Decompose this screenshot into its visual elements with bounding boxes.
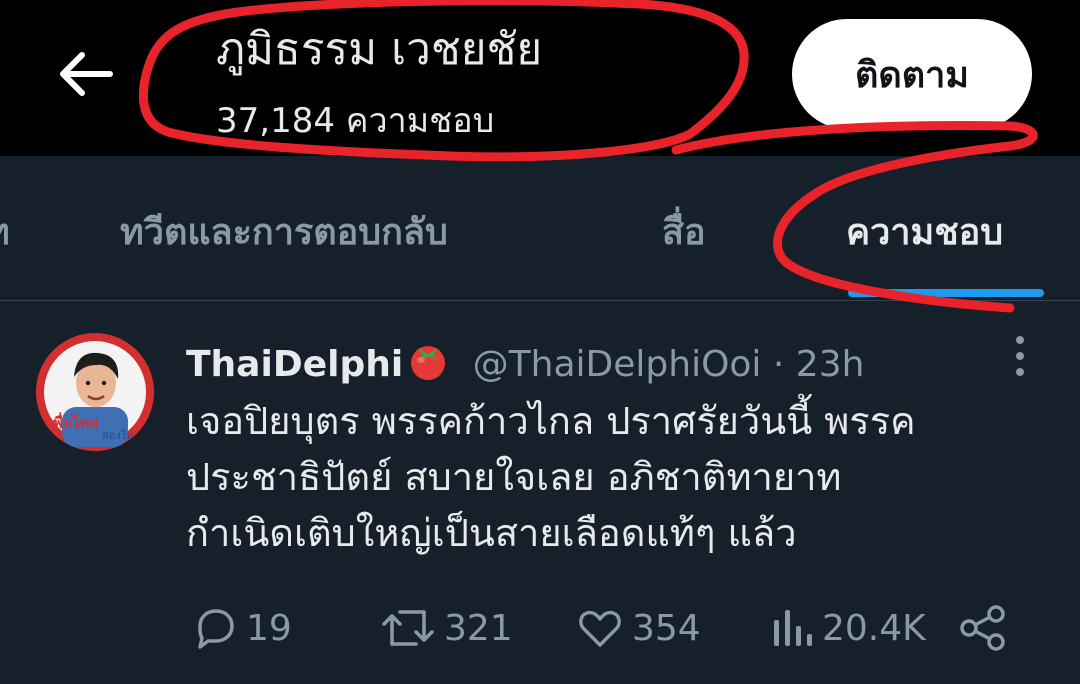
like-button[interactable]: 354 [576,600,701,656]
avatar[interactable]: เพื่อไทย สองใบ [36,333,154,451]
back-button[interactable] [52,44,118,104]
avatar-image: เพื่อไทย สองใบ [36,333,154,451]
tweet-text-line: กำเนิดเติบใหญ่เป็นสายเลือดแท้ๆ แล้ว [186,511,797,555]
tweet-time[interactable]: 23h [796,344,865,385]
likes-count: 37,184 ความชอบ [216,101,495,141]
retweet-count: 321 [444,607,513,649]
author-handle[interactable]: @ThaiDelphiOoi [473,344,762,385]
tweet-text-line: เจอปิยบุตร พรรคก้าวไกล ปราศรัยวันนี้ พรร… [186,399,916,443]
profile-tabs: ท ทวีตและการตอบกลับ สื่อ ความชอบ [0,156,1080,301]
share-icon [960,605,1005,651]
retweet-button[interactable]: 321 [380,600,513,656]
share-button[interactable] [958,600,1008,656]
reply-button[interactable]: 19 [190,600,292,656]
active-tab-indicator [848,289,1044,297]
like-count: 354 [632,607,701,649]
view-count: 20.4K [822,607,926,649]
heart-icon [579,610,621,647]
more-options-button[interactable] [1004,332,1036,380]
analytics-icon [774,610,812,646]
tab-media[interactable]: สื่อ [662,210,706,256]
profile-header: ภูมิธรรม เวชยชัย 37,184 ความชอบ ติดตาม [0,0,1080,156]
reply-icon [198,609,234,649]
more-dot-icon [1016,352,1024,360]
tweet-text: เจอปิยบุตร พรรคก้าวไกล ปราศรัยวันนี้ พรร… [186,393,1056,561]
more-dot-icon [1016,368,1024,376]
profile-name: ภูมิธรรม เวชยชัย [216,24,543,75]
tab-partial[interactable]: ท [0,210,10,256]
retweet-icon [382,610,434,646]
author-name[interactable]: ThaiDelphi [186,344,403,385]
svg-text:เพื่อไทย: เพื่อไทย [48,412,98,432]
tab-likes[interactable]: ความชอบ [846,210,1003,256]
follow-button[interactable]: ติดตาม [792,19,1032,129]
more-dot-icon [1016,336,1024,344]
tweet-text-line: ประชาธิปัตย์ สบายใจเลย อภิชาติทายาท [186,455,842,499]
meta-separator: · [772,344,785,385]
tweet-header: ThaiDelphi @ThaiDelphiOoi · 23h [186,336,864,394]
tomato-icon [405,336,451,394]
tab-tweets-and-replies[interactable]: ทวีตและการตอบกลับ [120,210,448,256]
arrow-left-icon [60,52,113,96]
tweet-actions: 19 321 354 20.4K [0,600,1080,660]
views-button[interactable]: 20.4K [770,600,926,656]
svg-text:สองใบ: สองใบ [102,429,133,442]
reply-count: 19 [246,607,292,649]
